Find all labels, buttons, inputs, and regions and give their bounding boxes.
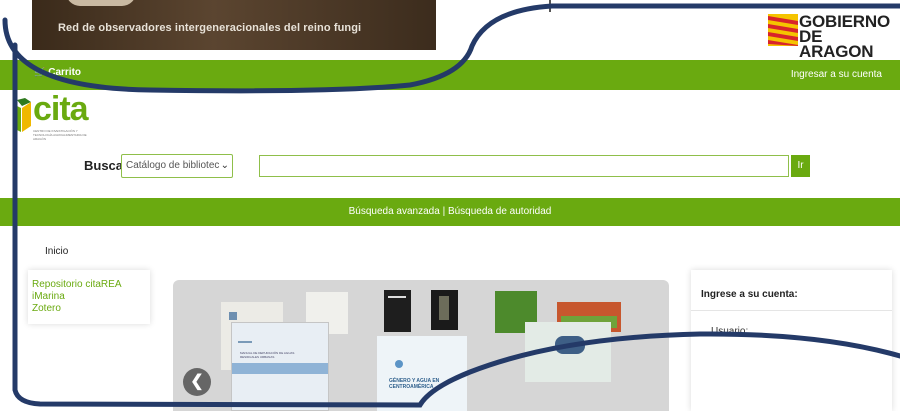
promo-banner[interactable]: Red de observadores intergeneracionales … [32,0,436,50]
cita-logo[interactable]: cita CENTRO DE INVESTIGACIÓN Y TECNOLOGÍ… [13,90,105,141]
nav-separator: | [439,206,448,217]
login-link[interactable]: Ingresar a su cuenta [791,69,882,80]
aragon-flag-icon [768,14,798,46]
gobierno-aragon-text: GOBIERNO DE ARAGON [799,12,890,61]
cart-button[interactable]: 🛒 Carrito [34,67,81,78]
link-imarina[interactable]: iMarina [28,291,150,303]
breadcrumb-home[interactable]: Inicio [45,246,68,257]
username-label: Usuario: [711,326,749,337]
cita-leaf-icon [13,98,31,132]
book-cover[interactable]: GÉNERO Y AGUA EN CENTROAMÉRICA [377,336,467,411]
book-cover[interactable] [525,322,611,382]
search-input[interactable] [259,155,789,177]
search-go-button[interactable]: Ir [791,155,810,177]
divider-line [549,0,551,12]
quick-links-panel: Repositorio citaREA iMarina Zotero [28,270,150,324]
banner-caption: Red de observadores intergeneracionales … [58,22,362,34]
book-cover[interactable] [431,290,458,330]
login-divider [691,310,892,311]
link-zotero[interactable]: Zotero [28,303,150,315]
new-books-carousel[interactable]: MANUAL DE DEPURACIÓN DE AGUAS RESIDUALES… [173,280,669,411]
book-cover[interactable]: MANUAL DE DEPURACIÓN DE AGUAS RESIDUALES… [231,322,329,411]
link-repositorio[interactable]: Repositorio citaREA [28,279,150,291]
chevron-down-icon: ⌄ [220,160,229,171]
search-nav-bar: Búsqueda avanzada | Búsqueda de autorida… [0,198,900,226]
cart-label: Carrito [48,67,82,78]
catalog-select[interactable]: Catálogo de bibliotec ⌄ [121,154,233,178]
book-title: MANUAL DE DEPURACIÓN DE AGUAS RESIDUALES… [240,351,295,359]
cita-wordmark: cita [33,90,89,128]
book-cover[interactable] [384,290,411,332]
login-panel-title: Ingrese a su cuenta: [701,289,798,300]
login-panel: Ingrese a su cuenta: Usuario: [691,270,892,411]
book-title: GÉNERO Y AGUA EN CENTROAMÉRICA [389,378,440,390]
top-bar: 🛒 Carrito Ingresar a su cuenta [0,60,900,90]
catalog-select-value: Catálogo de bibliotec [126,160,220,171]
cita-subtitle: CENTRO DE INVESTIGACIÓN Y TECNOLOGÍA AGR… [33,129,87,141]
banner-decoration [66,0,136,6]
advanced-search-link[interactable]: Búsqueda avanzada [349,206,440,217]
authority-search-link[interactable]: Búsqueda de autoridad [448,206,551,217]
carousel-prev-button[interactable]: ❮ [183,368,211,396]
cart-icon: 🛒 [34,67,46,77]
gobierno-aragon-logo[interactable]: GOBIERNO DE ARAGON [768,13,900,60]
